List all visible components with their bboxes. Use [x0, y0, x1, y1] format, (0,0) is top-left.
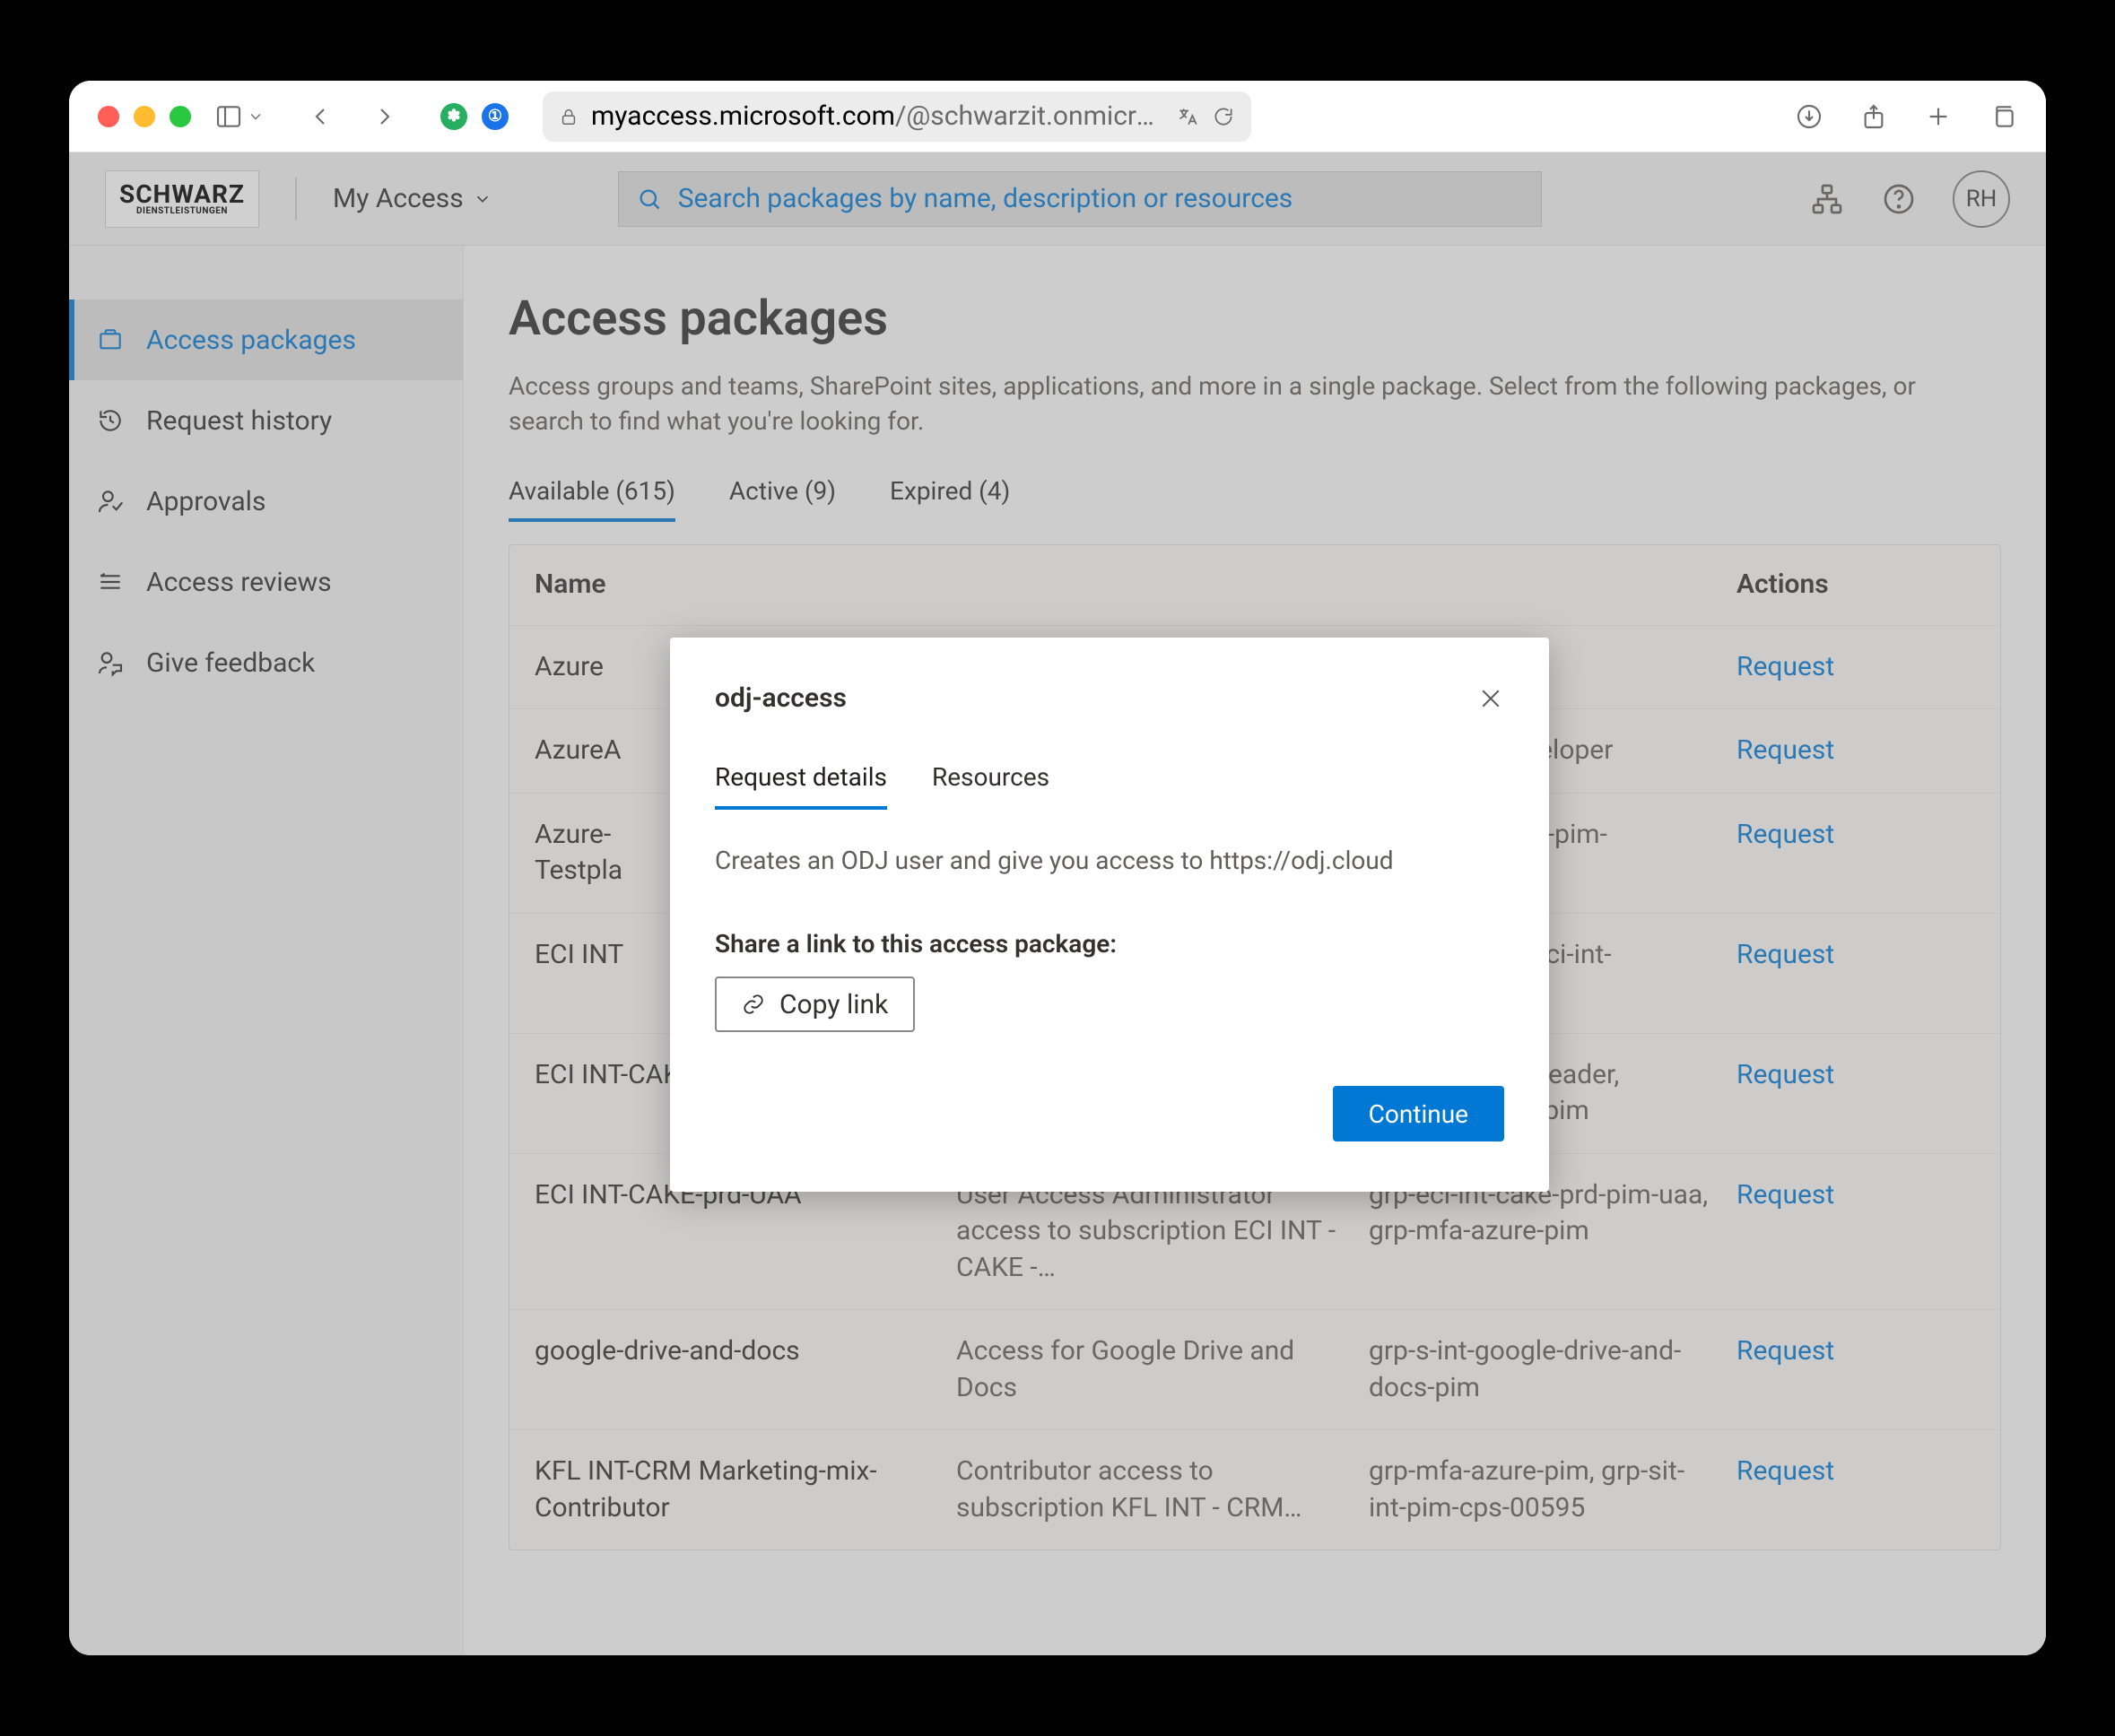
package-icon — [96, 326, 125, 354]
table-row[interactable]: KFL INT-CRM Marketing-mix-ContributorCon… — [509, 1429, 2000, 1549]
table-row[interactable]: google-drive-and-docsAccess for Google D… — [509, 1309, 2000, 1429]
cell-name: KFL INT-CRM Marketing-mix-Contributor — [535, 1454, 956, 1526]
minimize-window-icon[interactable] — [134, 106, 155, 127]
extension-green-icon[interactable]: ✽ — [440, 103, 467, 130]
window-controls[interactable] — [98, 106, 191, 127]
cell-description: User Access Administrator access to subs… — [956, 1177, 1369, 1287]
url-text: myaccess.microsoft.com/@schwarzit.onmicr… — [591, 100, 1163, 132]
request-link[interactable]: Request — [1736, 817, 1961, 890]
safari-toolbar: ✽ ① myaccess.microsoft.com/@schwarzit.on… — [69, 81, 2046, 152]
downloads-icon[interactable] — [1795, 102, 1823, 131]
tab-dropdown-icon[interactable] — [247, 108, 265, 126]
sidebar-item-approvals[interactable]: Approvals — [69, 461, 463, 542]
logo-line1: SCHWARZ — [119, 182, 245, 207]
sidebar-item-label: Access packages — [146, 325, 356, 356]
sidebar-item-give-feedback[interactable]: Give feedback — [69, 622, 463, 703]
sidebar-item-access-packages[interactable]: Access packages — [69, 299, 463, 380]
link-icon — [742, 993, 765, 1016]
request-link[interactable]: Request — [1736, 733, 1961, 769]
close-window-icon[interactable] — [98, 106, 119, 127]
modal-tab-request-details[interactable]: Request details — [715, 762, 887, 810]
reviews-icon — [96, 568, 125, 596]
continue-button[interactable]: Continue — [1333, 1086, 1504, 1141]
cell-name: ECI INT-CAKE-prd-UAA — [535, 1177, 956, 1287]
sidebar-item-label: Give feedback — [146, 647, 315, 679]
help-icon[interactable] — [1881, 181, 1917, 217]
request-link[interactable]: Request — [1736, 937, 1961, 1010]
modal-title: odj-access — [715, 682, 847, 714]
feedback-icon — [96, 648, 125, 677]
nav-dropdown-label: My Access — [333, 183, 464, 214]
org-structure-icon[interactable] — [1809, 181, 1845, 217]
app-header: SCHWARZ DIENSTLEISTUNGEN My Access RH — [69, 152, 2046, 246]
tab-overview-icon[interactable] — [1989, 102, 2017, 131]
forward-icon[interactable] — [370, 102, 399, 131]
modal-tab-resources[interactable]: Resources — [932, 762, 1049, 810]
nav-dropdown[interactable]: My Access — [333, 183, 492, 214]
cell-description: Access for Google Drive and Docs — [956, 1333, 1369, 1406]
request-link[interactable]: Request — [1736, 1057, 1961, 1130]
cell-name: google-drive-and-docs — [535, 1333, 956, 1406]
request-link[interactable]: Request — [1736, 1177, 1961, 1287]
search-input[interactable] — [678, 183, 1523, 214]
request-link[interactable]: Request — [1736, 1333, 1961, 1406]
approval-icon — [96, 487, 125, 516]
sidebar-item-label: Approvals — [146, 486, 265, 517]
share-link-label: Share a link to this access package: — [715, 929, 1504, 959]
close-icon[interactable] — [1477, 685, 1504, 712]
org-logo: SCHWARZ DIENSTLEISTUNGEN — [105, 170, 259, 228]
sidebar-item-label: Request history — [146, 405, 332, 437]
copy-link-label: Copy link — [779, 989, 888, 1020]
table-header: Name Actions — [509, 545, 2000, 625]
sidebar-item-label: Access reviews — [146, 567, 332, 598]
col-actions: Actions — [1736, 567, 1961, 603]
browser-window: ✽ ① myaccess.microsoft.com/@schwarzit.on… — [69, 81, 2046, 1655]
sidebar: Access packages Request history Approval… — [69, 246, 464, 1655]
request-modal: odj-access Request details Resources Cre… — [670, 638, 1549, 1192]
cell-resources: grp-eci-int-cake-prd-pim-uaa, grp-mfa-az… — [1369, 1177, 1736, 1287]
request-link[interactable]: Request — [1736, 649, 1961, 686]
request-link[interactable]: Request — [1736, 1454, 1961, 1526]
back-icon[interactable] — [306, 102, 335, 131]
cell-resources: grp-s-int-google-drive-and-docs-pim — [1369, 1333, 1736, 1406]
sidebar-item-access-reviews[interactable]: Access reviews — [69, 542, 463, 622]
sidebar-toggle-icon[interactable] — [214, 102, 243, 131]
header-divider — [295, 178, 297, 221]
translate-icon[interactable] — [1176, 105, 1199, 128]
fullscreen-window-icon[interactable] — [170, 106, 191, 127]
tab-active[interactable]: Active (9) — [729, 476, 836, 522]
reload-icon[interactable] — [1212, 105, 1235, 128]
copy-link-button[interactable]: Copy link — [715, 976, 915, 1032]
cell-resources: grp-mfa-azure-pim, grp-sit-int-pim-cps-0… — [1369, 1454, 1736, 1526]
tab-available[interactable]: Available (615) — [509, 476, 675, 522]
logo-line2: DIENSTLEISTUNGEN — [136, 207, 228, 216]
extension-1password-icon[interactable]: ① — [482, 103, 509, 130]
page-title: Access packages — [509, 291, 2001, 347]
sidebar-item-request-history[interactable]: Request history — [69, 380, 463, 461]
modal-description: Creates an ODJ user and give you access … — [715, 846, 1504, 875]
new-tab-icon[interactable] — [1924, 102, 1953, 131]
page-description: Access groups and teams, SharePoint site… — [509, 369, 1926, 438]
lock-icon — [559, 107, 579, 126]
search-box[interactable] — [618, 171, 1542, 227]
share-icon[interactable] — [1859, 102, 1888, 131]
search-icon — [637, 187, 662, 212]
address-bar[interactable]: myaccess.microsoft.com/@schwarzit.onmicr… — [543, 91, 1251, 142]
col-name: Name — [535, 567, 956, 603]
cell-description: Contributor access to subscription KFL I… — [956, 1454, 1369, 1526]
filter-tabs: Available (615) Active (9) Expired (4) — [509, 476, 2001, 523]
history-icon — [96, 406, 125, 435]
user-avatar[interactable]: RH — [1953, 170, 2010, 228]
tab-expired[interactable]: Expired (4) — [890, 476, 1010, 522]
